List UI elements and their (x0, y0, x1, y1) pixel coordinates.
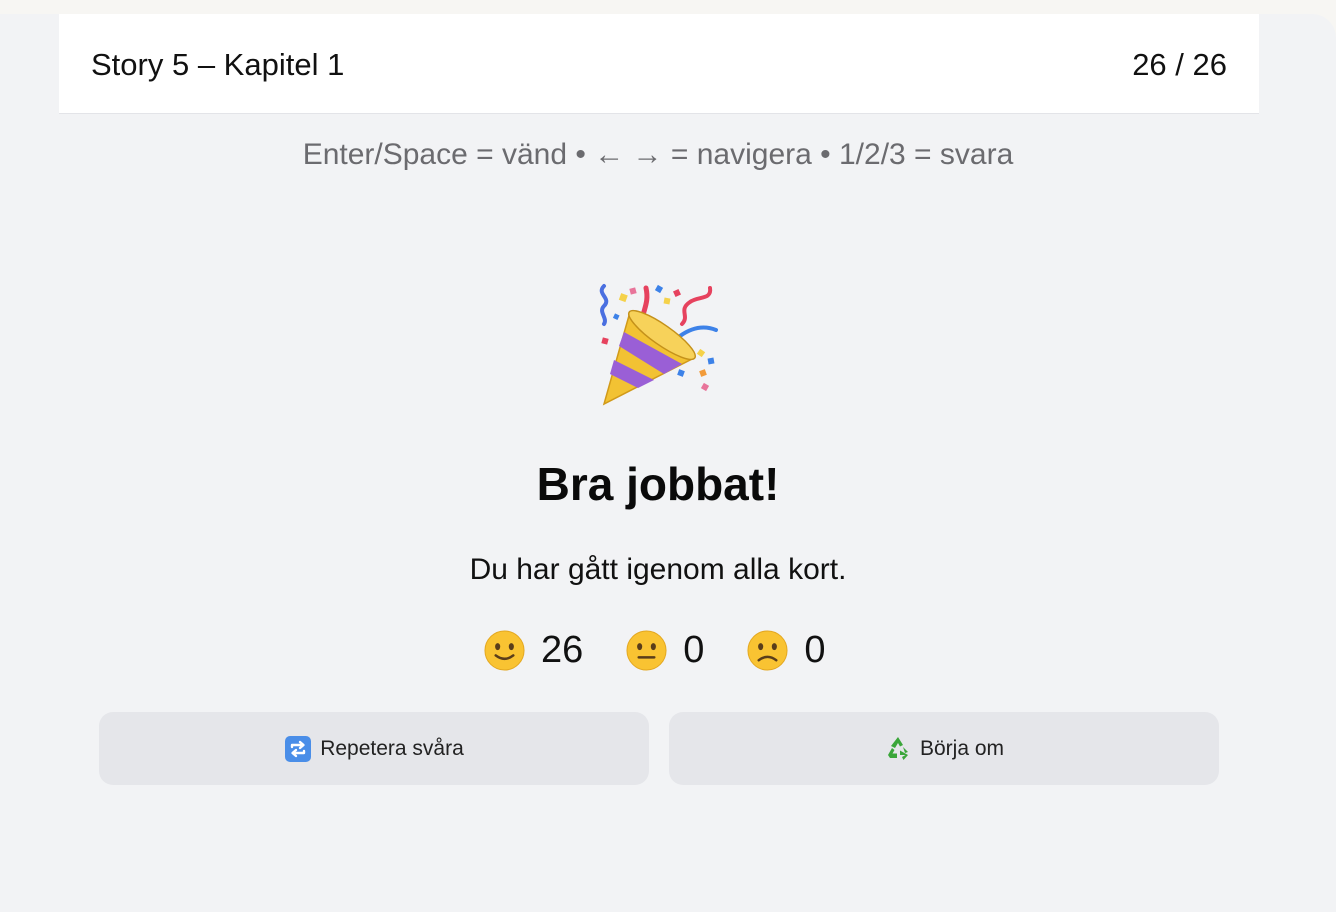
neutral-face-icon (626, 629, 667, 671)
stat-easy-value: 26 (541, 629, 584, 671)
party-popper-icon (599, 284, 718, 406)
stat-hard-value: 0 (804, 629, 826, 671)
deck-title: Story 5 – Kapitel 1 (91, 47, 345, 82)
result-stats: 26 0 0 (483, 626, 826, 674)
recycle-icon (887, 736, 908, 760)
repeat-hard-button[interactable]: Repetera svåra (99, 712, 649, 785)
stat-easy: 26 (483, 626, 583, 674)
stat-medium: 0 (625, 626, 704, 674)
completion-headline: Bra jobbat! (536, 458, 780, 510)
keyboard-shortcuts-hint: Enter/Space = vänd • ← → = navigera • 1/… (302, 138, 1014, 171)
flashcard-app: Story 5 – Kapitel 1 26 / 26 Enter/Space … (0, 14, 1336, 912)
restart-button[interactable]: Börja om (669, 712, 1219, 785)
repeat-icon (285, 735, 312, 762)
completion-message: Du har gått igenom alla kort. (469, 553, 847, 586)
restart-label: Börja om (919, 736, 1005, 760)
card-counter: 26 / 26 (1132, 47, 1227, 82)
stat-hard: 0 (746, 626, 826, 674)
repeat-hard-label: Repetera svåra (320, 736, 464, 760)
stat-medium-value: 0 (683, 629, 705, 671)
slightly-smiling-face-icon (484, 629, 525, 671)
slightly-frowning-face-icon (747, 629, 788, 671)
header-bar: Story 5 – Kapitel 1 26 / 26 (59, 14, 1259, 114)
